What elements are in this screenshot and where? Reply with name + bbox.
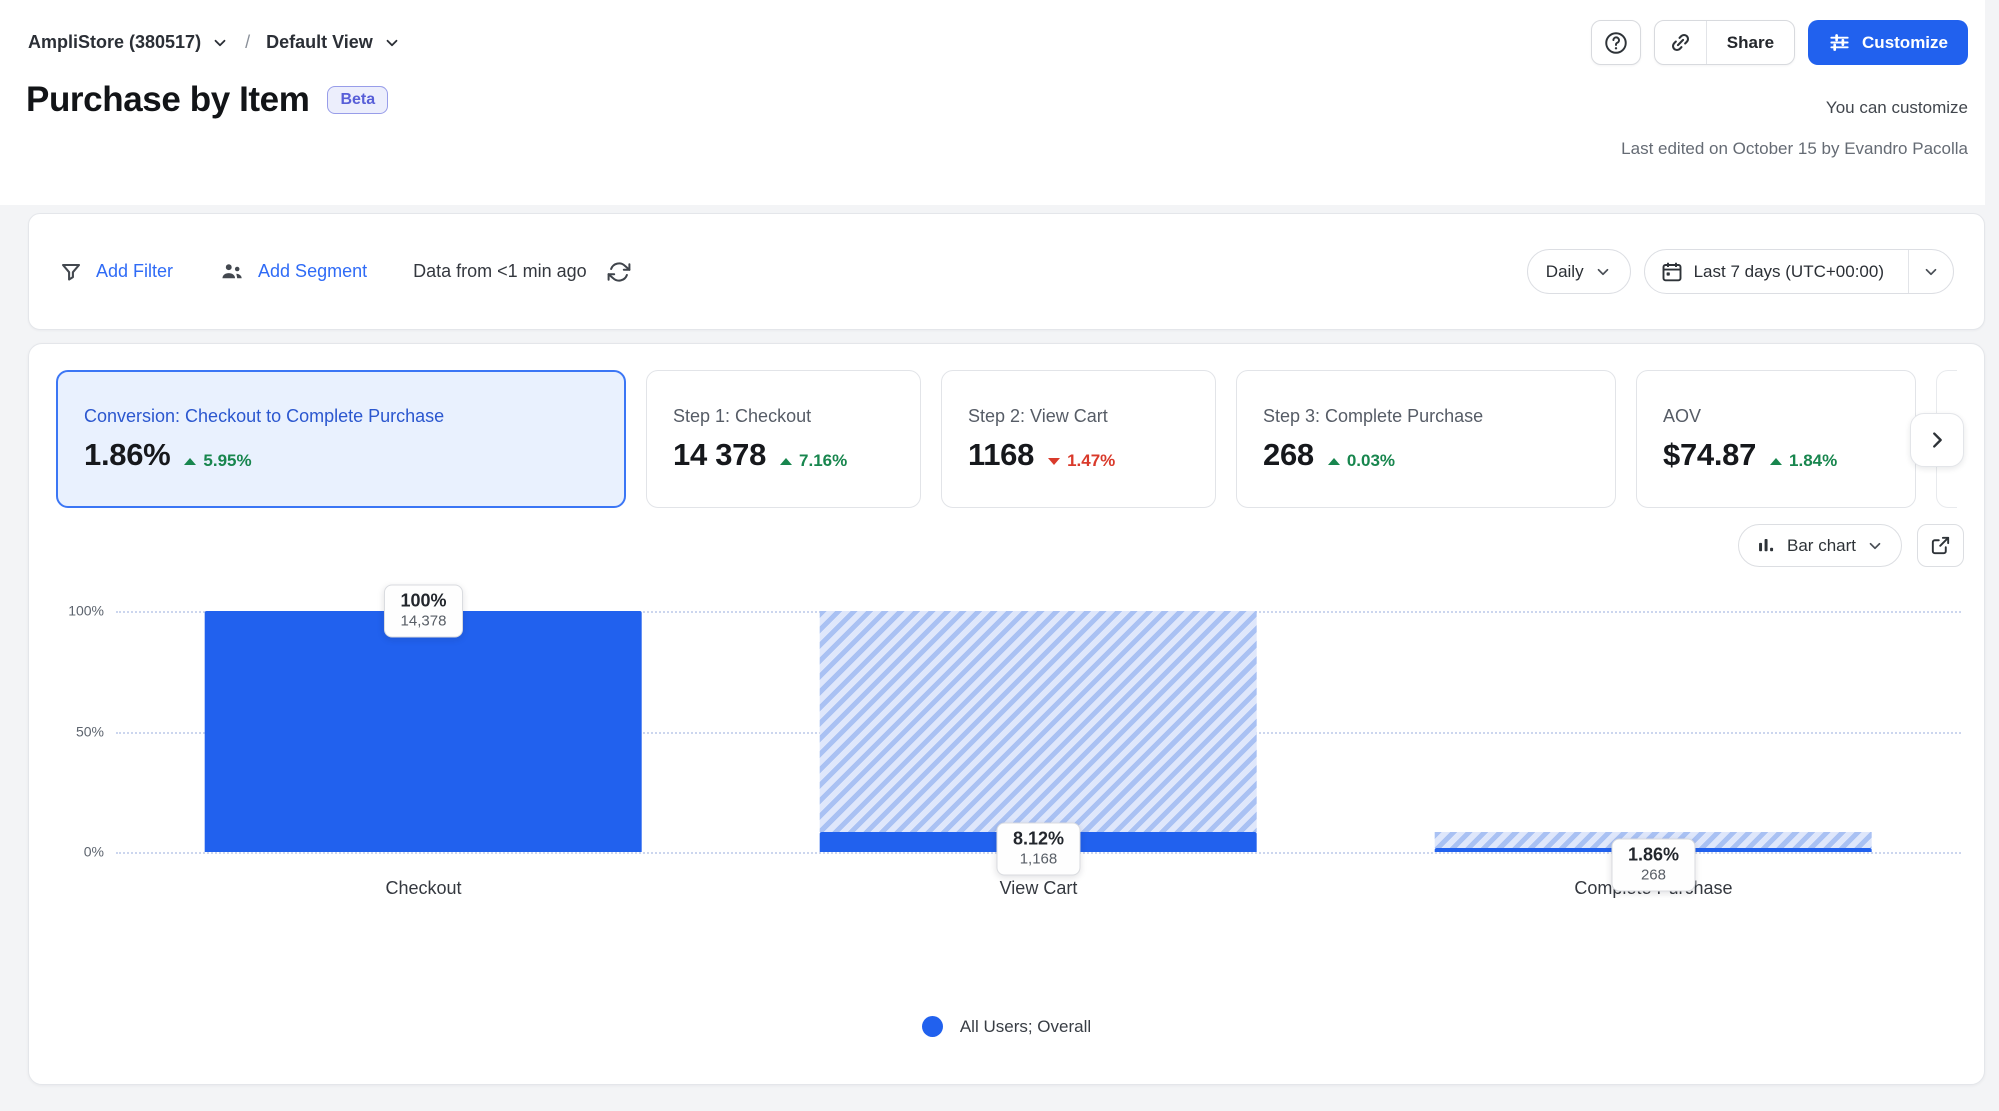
customize-label: Customize — [1862, 33, 1948, 53]
refresh-button[interactable] — [607, 260, 631, 284]
customize-note: You can customize — [1826, 98, 1968, 118]
trend-arrow-icon — [184, 458, 196, 465]
metric-card[interactable]: Step 1: Checkout 14 378 7.16% — [646, 370, 921, 508]
filter-toolbar: Add Filter Add Segment Data from <1 min … — [28, 213, 1985, 330]
bar-chart-icon — [1756, 535, 1777, 556]
share-button-group: Share — [1654, 20, 1795, 65]
metric-card-value: 1168 — [968, 437, 1034, 473]
metric-card-label: Conversion: Checkout to Complete Purchas… — [84, 406, 598, 427]
conversion-bar[interactable] — [205, 611, 642, 852]
customize-button[interactable]: Customize — [1808, 20, 1968, 65]
funnel-step-view-cart[interactable]: 8.12%1,168View Cart — [731, 611, 1346, 852]
chevron-down-icon — [1594, 263, 1612, 281]
project-selector[interactable]: AmpliStore (380517) — [28, 32, 229, 53]
users-icon — [219, 259, 245, 285]
y-axis-tick: 50% — [76, 723, 104, 739]
dropoff-hatch-area[interactable] — [820, 611, 1257, 832]
add-segment-button[interactable]: Add Segment — [219, 259, 367, 285]
open-in-new-button[interactable] — [1917, 524, 1964, 567]
funnel-step-checkout[interactable]: 100%14,378Checkout — [116, 611, 731, 852]
share-button[interactable]: Share — [1707, 21, 1794, 64]
x-axis-label: View Cart — [731, 878, 1346, 899]
funnel-step-complete-purchase[interactable]: 1.86%268Complete Purchase — [1346, 611, 1961, 852]
metric-card[interactable]: AOV $74.87 1.84% — [1636, 370, 1916, 508]
metric-card[interactable]: Conversion: Checkout to Complete Purchas… — [56, 370, 626, 508]
metric-card-value: 1.86% — [84, 437, 170, 473]
trend-arrow-icon — [1048, 458, 1060, 465]
chart-controls: Bar chart — [1738, 524, 1964, 567]
chevron-down-icon — [1922, 263, 1940, 281]
date-range-expander[interactable] — [1908, 250, 1953, 293]
series-color-dot[interactable] — [922, 1016, 943, 1037]
metric-card-value: 14 378 — [673, 437, 766, 473]
metric-card-value: $74.87 — [1663, 437, 1756, 473]
link-icon — [1668, 30, 1693, 55]
add-filter-button[interactable]: Add Filter — [59, 260, 173, 284]
bar-value-label: 8.12%1,168 — [997, 823, 1080, 876]
view-name: Default View — [266, 32, 373, 53]
metric-card-label: Step 1: Checkout — [673, 406, 894, 427]
refresh-icon — [607, 260, 631, 284]
date-range-select[interactable]: Last 7 days (UTC+00:00) — [1644, 249, 1954, 294]
scroll-cards-next-button[interactable] — [1910, 413, 1964, 467]
top-actions: Share Customize — [1591, 20, 1968, 65]
project-name: AmpliStore (380517) — [28, 32, 201, 53]
trend-arrow-icon — [1770, 458, 1782, 465]
sliders-icon — [1828, 31, 1851, 54]
metric-card-delta: 7.16% — [780, 451, 847, 471]
title-row: Purchase by Item Beta — [26, 80, 388, 120]
chevron-right-icon — [1926, 429, 1948, 451]
trend-arrow-icon — [780, 458, 792, 465]
breadcrumb: AmpliStore (380517) / Default View — [28, 32, 401, 53]
metric-card-label: Step 3: Complete Purchase — [1263, 406, 1589, 427]
open-in-new-icon — [1929, 534, 1952, 557]
chevron-down-icon — [383, 34, 401, 52]
chart-type-select[interactable]: Bar chart — [1738, 524, 1902, 567]
metric-card-value: 268 — [1263, 437, 1314, 473]
chevron-down-icon — [211, 34, 229, 52]
page-title: Purchase by Item — [26, 80, 309, 120]
funnel-bar-chart: 100% 50% 0% 100%14,378Checkout8.12%1,168… — [116, 611, 1961, 852]
funnel-filter-icon — [59, 260, 83, 284]
date-range-value: Last 7 days (UTC+00:00) — [1694, 262, 1884, 282]
metric-card-label: Step 2: View Cart — [968, 406, 1189, 427]
calendar-icon — [1660, 260, 1684, 284]
view-selector[interactable]: Default View — [266, 32, 401, 53]
metric-card-delta: 0.03% — [1328, 451, 1395, 471]
metric-card-delta: 5.95% — [184, 451, 251, 471]
help-icon — [1603, 30, 1629, 56]
granularity-value: Daily — [1546, 262, 1584, 282]
data-freshness-text: Data from <1 min ago — [413, 261, 587, 282]
copy-link-button[interactable] — [1655, 21, 1707, 64]
metric-cards-row: Conversion: Checkout to Complete Purchas… — [56, 370, 1957, 508]
metric-card-delta: 1.84% — [1770, 451, 1837, 471]
add-filter-label: Add Filter — [96, 261, 173, 282]
help-button[interactable] — [1591, 20, 1641, 65]
chevron-down-icon — [1866, 537, 1884, 555]
metric-card-label: AOV — [1663, 406, 1889, 427]
last-edited-text: Last edited on October 15 by Evandro Pac… — [1621, 139, 1968, 159]
bar-value-label: 100%14,378 — [384, 585, 462, 638]
granularity-select[interactable]: Daily — [1527, 249, 1631, 294]
metric-card[interactable]: Step 2: View Cart 1168 1.47% — [941, 370, 1216, 508]
bar-value-label: 1.86%268 — [1612, 838, 1695, 891]
y-axis-tick: 0% — [84, 844, 104, 860]
trend-arrow-icon — [1328, 458, 1340, 465]
chart-legend: All Users; Overall — [29, 1016, 1984, 1037]
x-axis-label: Checkout — [116, 878, 731, 899]
series-label: All Users; Overall — [960, 1017, 1091, 1037]
metric-card[interactable]: Step 3: Complete Purchase 268 0.03% — [1236, 370, 1616, 508]
y-axis-tick: 100% — [68, 603, 104, 619]
chart-type-value: Bar chart — [1787, 536, 1856, 556]
beta-badge: Beta — [327, 86, 388, 114]
add-segment-label: Add Segment — [258, 261, 367, 282]
metric-card-delta: 1.47% — [1048, 451, 1115, 471]
breadcrumb-separator: / — [245, 32, 250, 53]
chart-panel: Conversion: Checkout to Complete Purchas… — [28, 343, 1985, 1085]
